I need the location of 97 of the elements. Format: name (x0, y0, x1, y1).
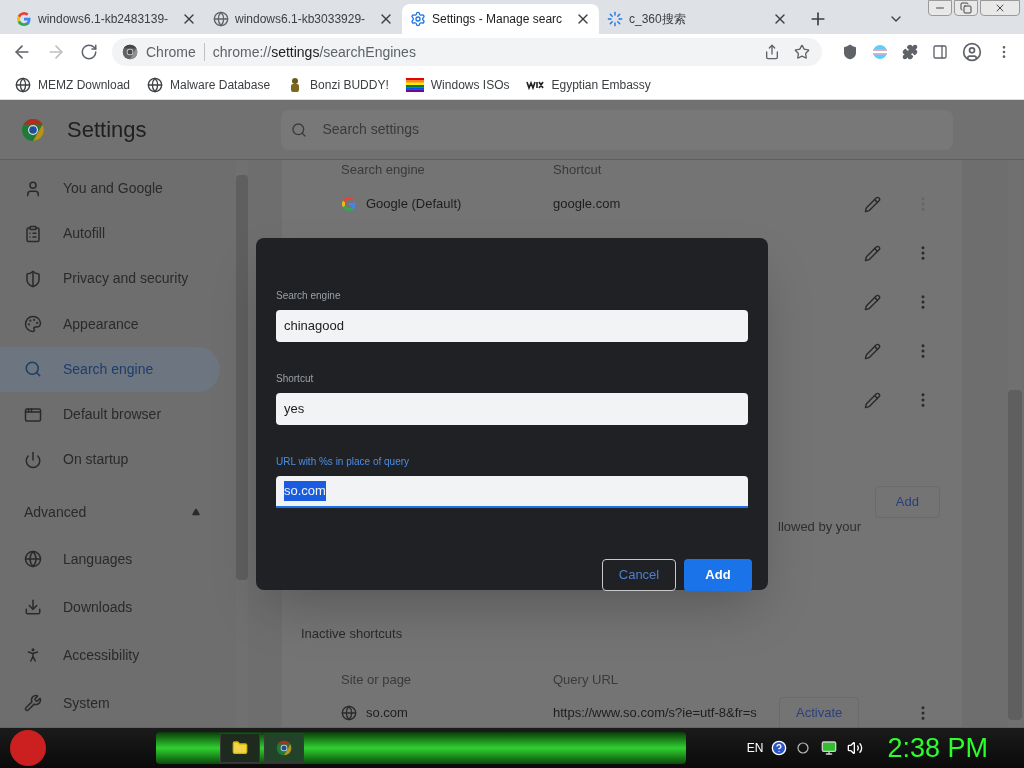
field-label: URL with %s in place of query (276, 455, 411, 469)
extensions-icon[interactable] (902, 44, 918, 60)
column-header: Site or page (341, 670, 413, 689)
collapse-arrow-icon (192, 508, 200, 517)
browser-logo-icon (276, 740, 292, 756)
close-icon (994, 2, 1006, 14)
clipboard-icon (24, 224, 42, 243)
cancel-button[interactable]: Cancel (602, 559, 676, 591)
bookmark[interactable]: Windows ISOs (405, 75, 510, 94)
edit-icon[interactable] (864, 342, 881, 360)
site-name: so.com (366, 704, 408, 723)
globe-icon (213, 11, 229, 27)
edit-icon[interactable] (864, 293, 881, 311)
add-button[interactable]: Add (684, 559, 752, 591)
logo-icon (526, 79, 545, 90)
search-icon (24, 360, 42, 379)
sidebar-item[interactable]: Accessibility (0, 631, 236, 680)
tray-icon[interactable] (797, 742, 810, 754)
edit-icon[interactable] (864, 244, 881, 262)
sidebar-item[interactable]: Languages (0, 535, 236, 584)
engine-shortcut: google.com (553, 195, 621, 214)
url-text: chrome://settings/searchEngines (212, 42, 416, 62)
bookmark[interactable]: Egyptian Embassy (526, 75, 651, 94)
text-field[interactable]: so.com (276, 476, 748, 508)
bookmark[interactable]: Bonzi BUDDY! (287, 75, 389, 94)
settings-title: Settings (67, 116, 147, 144)
advanced-section-toggle[interactable]: Advanced (0, 489, 236, 536)
column-header: Shortcut (553, 161, 602, 179)
globe-icon (24, 550, 42, 569)
globe-icon (341, 705, 357, 721)
search-field[interactable]: Search settings (280, 109, 953, 150)
browser-window-icon (24, 405, 42, 424)
side-panel-icon[interactable] (932, 44, 948, 60)
sidebar-item[interactable]: Default browser (0, 391, 220, 438)
browser-tab[interactable]: c_360搜索 (599, 4, 796, 34)
browser-tab[interactable]: windows6.1-kb2483139- (8, 4, 205, 34)
browser-tab[interactable]: windows6.1-kb3033929- (205, 4, 402, 34)
loading-icon (607, 11, 623, 27)
sidebar-item[interactable]: On startup (0, 437, 220, 483)
network-icon[interactable] (821, 740, 838, 756)
palette-icon (24, 315, 42, 334)
sidebar-item[interactable]: Autofill (0, 211, 220, 257)
sidebar-item[interactable]: Privacy and security (0, 256, 220, 302)
restore-icon (960, 2, 972, 14)
shield-icon (24, 269, 42, 288)
tab-title: windows6.1-kb2483139- (38, 11, 170, 28)
folder-icon (232, 740, 248, 756)
edit-icon[interactable] (864, 195, 881, 213)
edit-icon[interactable] (864, 391, 881, 409)
search-icon (290, 121, 307, 138)
language-indicator[interactable]: EN (746, 739, 764, 757)
sidebar-item[interactable]: Search engine (0, 346, 220, 392)
help-icon[interactable] (771, 740, 788, 756)
reload-icon[interactable] (80, 43, 98, 61)
tab-title: windows6.1-kb3033929- (235, 11, 367, 28)
bookmark-star-icon[interactable] (794, 44, 810, 60)
tab-title: c_360搜索 (629, 11, 687, 28)
query-url: https://www.so.com/s?ie=utf-8&fr=s (553, 704, 758, 723)
google-icon (16, 11, 32, 27)
address-bar[interactable]: Chrome chrome://settings/searchEngines (112, 38, 822, 66)
browser-logo-icon (21, 117, 45, 142)
restore-button[interactable] (954, 0, 978, 16)
section-title: Inactive shortcuts (300, 625, 404, 643)
person-icon (24, 179, 42, 198)
field-label: Search engine (276, 289, 342, 303)
sidebar-item[interactable]: Appearance (0, 301, 220, 347)
site-label: Chrome (146, 42, 196, 62)
wrench-icon (24, 694, 42, 713)
sidebar-item[interactable]: You and Google (0, 166, 220, 212)
power-icon (24, 450, 42, 469)
field-label: Shortcut (276, 372, 315, 386)
bookmark[interactable]: Malware Database (147, 75, 271, 94)
engine-name: Google (Default) (366, 195, 462, 214)
tab-title: Settings - Manage searc (432, 11, 564, 28)
browser-logo-icon (122, 44, 138, 60)
text-field[interactable]: chinagood (276, 310, 748, 342)
download-icon (24, 598, 42, 617)
column-header: Query URL (553, 670, 619, 689)
share-icon[interactable] (764, 44, 780, 60)
volume-icon[interactable] (847, 740, 864, 756)
rainbow-flag-icon (405, 77, 424, 92)
google-icon (341, 196, 357, 212)
shield-extension-icon[interactable] (842, 44, 858, 60)
start-button[interactable] (10, 730, 46, 766)
description-text: llowed by your (778, 517, 862, 536)
settings-icon (410, 11, 426, 27)
browser-tab[interactable]: Settings - Manage searc (402, 4, 599, 34)
clock[interactable]: 2:38 PM (887, 734, 988, 762)
globe-icon (15, 76, 31, 93)
text-field[interactable]: yes (276, 393, 748, 425)
profile-icon[interactable] (962, 42, 982, 62)
bookmark[interactable]: MEMZ Download (15, 75, 131, 94)
column-header: Search engine (341, 161, 426, 179)
sidebar-item[interactable]: System (0, 679, 236, 727)
taskbar-app[interactable] (220, 733, 260, 763)
sidebar-item[interactable]: Downloads (0, 583, 236, 632)
globe-icon (147, 76, 164, 93)
